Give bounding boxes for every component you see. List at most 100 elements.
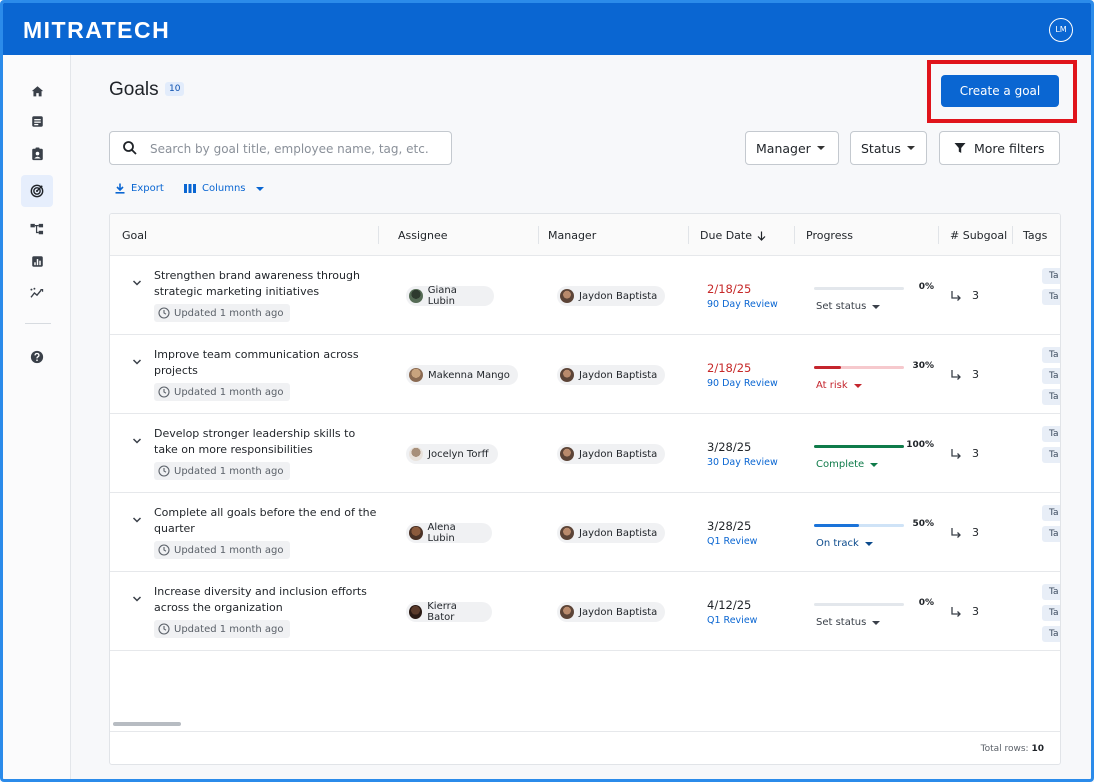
status-dropdown[interactable]: On track <box>816 538 873 549</box>
top-navigation-bar: MITRATECH LM <box>3 3 1091 55</box>
subgoal-count[interactable]: 3 <box>950 605 979 618</box>
due-review-link[interactable]: 90 Day Review <box>707 299 778 310</box>
status-dropdown[interactable]: Set status <box>816 301 881 312</box>
due-review-link[interactable]: 30 Day Review <box>707 457 778 468</box>
subgoal-count[interactable]: 3 <box>950 447 979 460</box>
expand-chevron-icon[interactable] <box>132 515 142 525</box>
tag-chip[interactable]: Ta <box>1042 426 1060 442</box>
column-header-tags[interactable]: Tags <box>1023 229 1047 242</box>
goals-table: Goal Assignee Manager Due Date Progress … <box>109 213 1061 765</box>
assignee-chip[interactable]: Kierra Bator <box>406 601 492 623</box>
assignee-chip[interactable]: Giana Lubin <box>406 285 494 307</box>
highlight-annotation-box <box>927 60 1077 123</box>
status-dropdown[interactable]: Set status <box>816 617 881 628</box>
manager-chip[interactable]: Jaydon Baptista <box>557 523 666 543</box>
column-separator <box>938 226 939 244</box>
manager-chip[interactable]: Jaydon Baptista <box>557 286 666 306</box>
tag-chip[interactable]: Ta <box>1042 526 1060 542</box>
subgoal-count-value: 3 <box>972 447 979 460</box>
table-row-2[interactable]: Improve team communication across projec… <box>110 335 1060 414</box>
help-icon[interactable] <box>23 343 51 371</box>
table-row-4[interactable]: Complete all goals before the end of the… <box>110 493 1060 572</box>
table-header: Goal Assignee Manager Due Date Progress … <box>110 214 1060 256</box>
search-box[interactable] <box>109 131 452 165</box>
user-avatar[interactable]: LM <box>1049 18 1073 42</box>
home-icon[interactable] <box>23 77 51 105</box>
tag-chip[interactable]: Ta <box>1042 347 1060 363</box>
subgoal-count[interactable]: 3 <box>950 526 979 539</box>
status-label: On track <box>816 538 859 549</box>
column-header-assignee[interactable]: Assignee <box>398 229 448 242</box>
export-button[interactable]: Export <box>115 183 164 194</box>
due-date: 3/28/25 <box>707 519 752 533</box>
tag-chip[interactable]: Ta <box>1042 626 1060 642</box>
progress-bar <box>814 287 904 290</box>
avatar <box>560 289 574 303</box>
column-header-manager[interactable]: Manager <box>548 229 596 242</box>
manager-name: Jaydon Baptista <box>579 290 658 302</box>
tag-chip[interactable]: Ta <box>1042 368 1060 384</box>
tag-chip[interactable]: Ta <box>1042 447 1060 463</box>
table-row-1[interactable]: Strengthen brand awareness through strat… <box>110 256 1060 335</box>
tag-chip[interactable]: Ta <box>1042 505 1060 521</box>
org-chart-icon[interactable] <box>23 215 51 243</box>
search-input[interactable] <box>150 139 440 159</box>
status-dropdown[interactable]: Complete <box>816 459 879 470</box>
sort-arrow-down-icon[interactable] <box>757 231 766 241</box>
updated-text: Updated 1 month ago <box>174 465 284 477</box>
subdirectory-arrow-icon <box>951 290 961 301</box>
analytics-icon[interactable] <box>23 279 51 307</box>
report-icon[interactable] <box>23 247 51 275</box>
subdirectory-arrow-icon <box>951 606 961 617</box>
column-header-subgoal[interactable]: # Subgoal <box>950 229 1007 242</box>
subgoal-count[interactable]: 3 <box>950 368 979 381</box>
subgoal-count-value: 3 <box>972 368 979 381</box>
manager-filter-dropdown[interactable]: Manager <box>745 131 839 165</box>
tag-chip[interactable]: Ta <box>1042 605 1060 621</box>
tag-chip[interactable]: Ta <box>1042 389 1060 405</box>
expand-chevron-icon[interactable] <box>132 278 142 288</box>
goal-title[interactable]: Develop stronger leadership skills to ta… <box>154 426 382 458</box>
goal-title[interactable]: Increase diversity and inclusion efforts… <box>154 584 382 616</box>
column-header-due-date[interactable]: Due Date <box>700 229 766 242</box>
badge-icon[interactable] <box>23 140 51 168</box>
goal-title[interactable]: Complete all goals before the end of the… <box>154 505 382 537</box>
notes-icon[interactable] <box>23 107 51 135</box>
table-row-3[interactable]: Develop stronger leadership skills to ta… <box>110 414 1060 493</box>
columns-button[interactable]: Columns <box>184 183 264 194</box>
clock-icon <box>158 623 170 635</box>
subgoal-count[interactable]: 3 <box>950 289 979 302</box>
assignee-chip[interactable]: Makenna Mango <box>406 365 518 385</box>
manager-chip[interactable]: Jaydon Baptista <box>557 444 666 464</box>
app-window: MITRATECH LM Goals 10 Create a goal Sear… <box>0 0 1094 782</box>
goal-title[interactable]: Strengthen brand awareness through strat… <box>154 268 382 300</box>
more-filters-button[interactable]: More filters <box>939 131 1060 165</box>
expand-chevron-icon[interactable] <box>132 436 142 446</box>
more-filters-label: More filters <box>974 140 1045 156</box>
tag-chip[interactable]: Ta <box>1042 289 1060 305</box>
column-header-progress[interactable]: Progress <box>806 229 853 242</box>
assignee-chip[interactable]: Jocelyn Torff <box>406 444 498 464</box>
manager-chip[interactable]: Jaydon Baptista <box>557 602 666 622</box>
status-dropdown[interactable]: At risk <box>816 380 862 391</box>
expand-chevron-icon[interactable] <box>132 357 142 367</box>
column-header-goal[interactable]: Goal <box>122 229 147 242</box>
tag-chip[interactable]: Ta <box>1042 268 1060 284</box>
target-icon[interactable] <box>21 175 53 207</box>
status-filter-dropdown[interactable]: Status <box>850 131 927 165</box>
horizontal-scrollbar[interactable] <box>113 722 181 726</box>
total-rows-value: 10 <box>1031 744 1044 754</box>
due-review-link[interactable]: Q1 Review <box>707 615 757 626</box>
table-row-5[interactable]: Increase diversity and inclusion efforts… <box>110 572 1060 651</box>
expand-chevron-icon[interactable] <box>132 594 142 604</box>
manager-chip[interactable]: Jaydon Baptista <box>557 365 666 385</box>
goal-title[interactable]: Improve team communication across projec… <box>154 347 382 379</box>
tag-chip[interactable]: Ta <box>1042 584 1060 600</box>
due-review-link[interactable]: 90 Day Review <box>707 378 778 389</box>
assignee-chip[interactable]: Alena Lubin <box>406 522 492 544</box>
total-rows-label: Total rows: <box>980 744 1029 754</box>
subgoal-count-value: 3 <box>972 526 979 539</box>
due-review-link[interactable]: Q1 Review <box>707 536 757 547</box>
updated-badge: Updated 1 month ago <box>154 620 290 638</box>
progress-percent: 50% <box>912 519 934 529</box>
